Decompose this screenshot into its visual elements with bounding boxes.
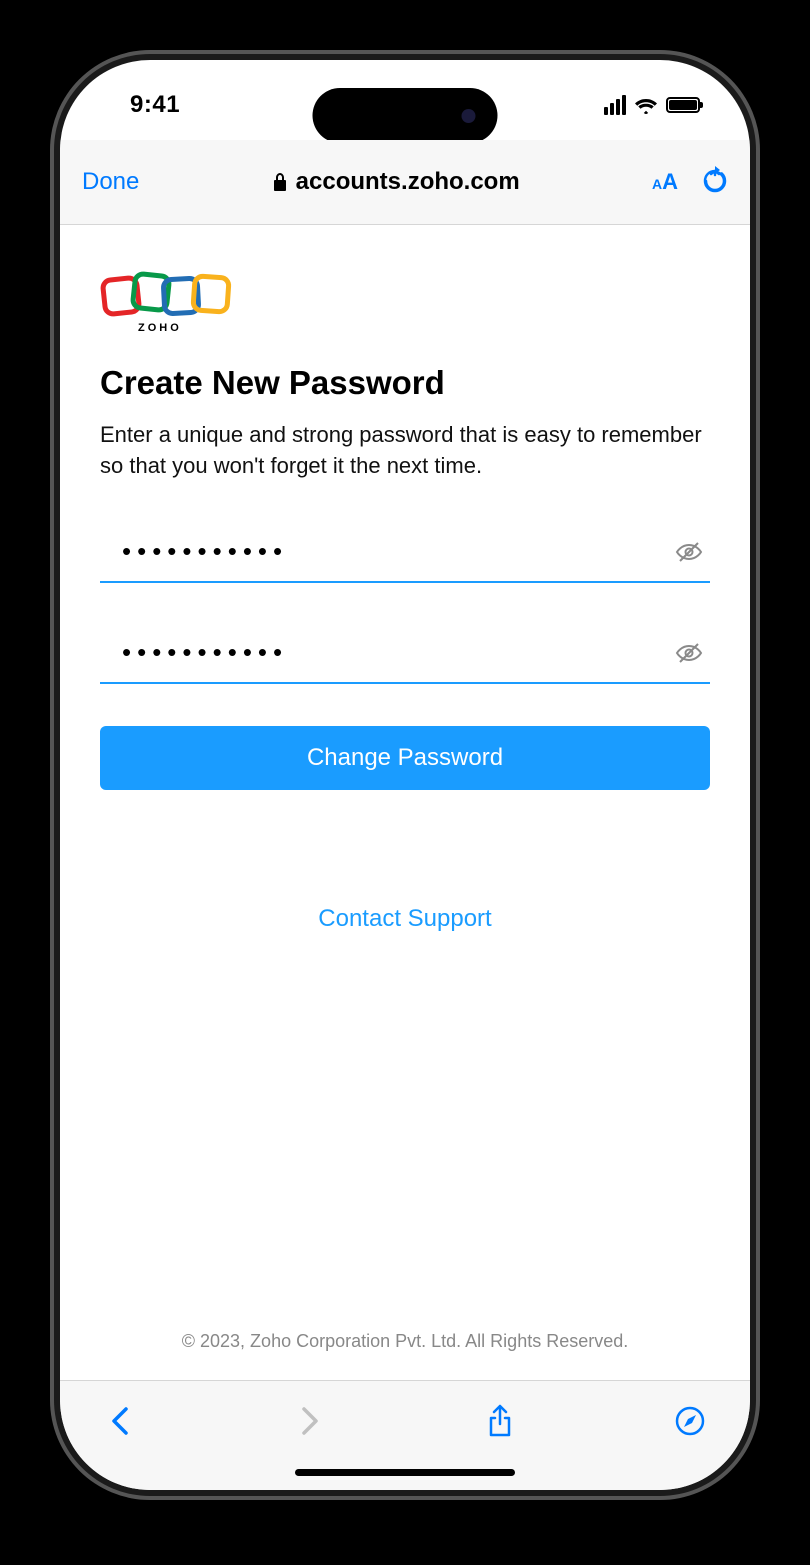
toggle-visibility-icon[interactable] (674, 537, 704, 567)
battery-icon (666, 97, 700, 113)
url-text: accounts.zoho.com (296, 168, 520, 196)
page-title: Create New Password (100, 364, 710, 402)
confirm-password-field-wrapper (100, 625, 710, 684)
status-time: 9:41 (130, 91, 180, 119)
logo-text: ZOHO (138, 322, 710, 334)
text-size-button[interactable]: AA (652, 169, 678, 195)
back-button[interactable] (100, 1401, 140, 1441)
contact-support-link[interactable]: Contact Support (60, 905, 750, 933)
new-password-field-wrapper (100, 524, 710, 583)
dynamic-island (313, 88, 498, 143)
zoho-logo: ZOHO (100, 271, 710, 334)
change-password-button[interactable]: Change Password (100, 726, 710, 790)
toggle-visibility-icon[interactable] (674, 638, 704, 668)
page-content: ZOHO Create New Password Enter a unique … (60, 225, 750, 1380)
copyright-text: © 2023, Zoho Corporation Pvt. Ltd. All R… (60, 1331, 750, 1352)
status-icons (604, 95, 700, 115)
page-subtitle: Enter a unique and strong password that … (100, 420, 710, 482)
confirm-password-input[interactable] (122, 637, 662, 668)
new-password-input[interactable] (122, 536, 662, 567)
done-button[interactable]: Done (82, 168, 139, 196)
forward-button[interactable] (290, 1401, 330, 1441)
home-indicator[interactable] (295, 1469, 515, 1476)
wifi-icon (634, 96, 658, 114)
reload-button[interactable] (702, 166, 728, 199)
lock-icon (272, 172, 288, 192)
safari-button[interactable] (670, 1401, 710, 1441)
share-button[interactable] (480, 1401, 520, 1441)
cellular-signal-icon (604, 95, 626, 115)
browser-nav-bar: Done accounts.zoho.com AA (60, 140, 750, 225)
phone-frame: 9:41 Done accounts.zoho.com AA (60, 60, 750, 1490)
address-bar[interactable]: accounts.zoho.com (139, 168, 652, 196)
